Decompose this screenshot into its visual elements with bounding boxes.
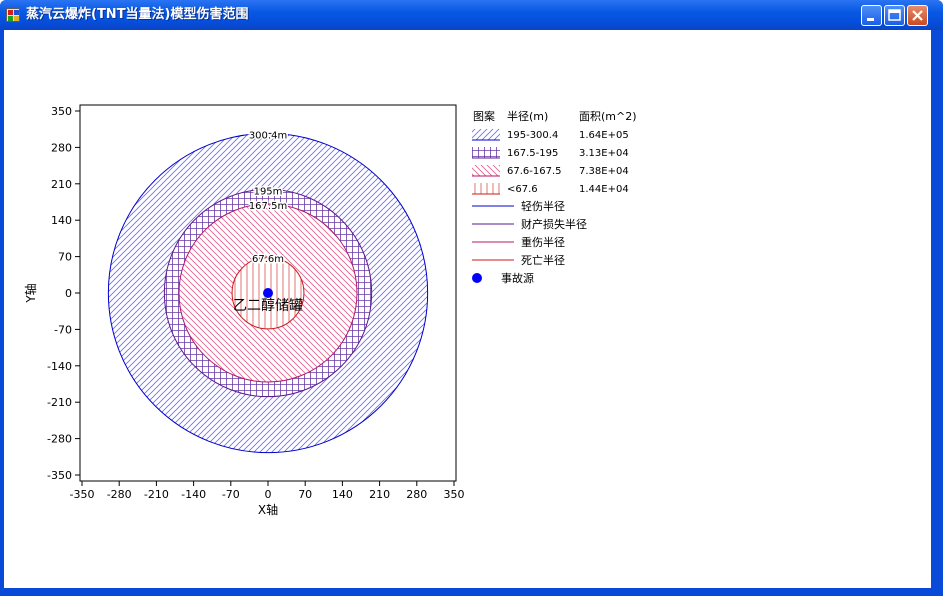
x-tick-label: -280 (107, 488, 132, 501)
legend-range: 167.5-195 (507, 148, 558, 159)
legend-area: 7.38E+04 (579, 166, 629, 177)
legend-area: 1.44E+04 (579, 184, 629, 195)
x-tick-label: 70 (298, 488, 312, 501)
y-tick-label: 0 (65, 287, 72, 300)
source-label: 乙二醇储罐 (233, 297, 303, 314)
legend-line-label: 轻伤半径 (521, 199, 565, 213)
legend-area: 1.64E+05 (579, 130, 629, 141)
legend-swatch (472, 129, 500, 140)
y-tick-label: 350 (51, 105, 72, 118)
y-tick-label: -350 (47, 469, 72, 482)
y-tick-label: -210 (47, 396, 72, 409)
legend-swatch (472, 147, 500, 158)
legend-range: 195-300.4 (507, 130, 558, 141)
radius-label: 300.4m (249, 130, 287, 141)
damage-range-chart: 300.4m 195m 167.5m 67.6m 乙二醇储罐 -350 -280 -210 -1… (23, 104, 637, 517)
legend-line-label: 死亡半径 (521, 253, 565, 267)
x-axis-label: X轴 (258, 502, 278, 517)
legend-swatch (472, 165, 500, 176)
x-tick-label: -70 (222, 488, 240, 501)
legend-area: 3.13E+04 (579, 148, 629, 159)
close-button[interactable] (907, 5, 928, 26)
title-bar[interactable]: 蒸汽云爆炸(TNT当量法)模型伤害范围 (0, 0, 943, 30)
radius-label: 67.6m (252, 254, 284, 265)
radius-label: 167.5m (249, 201, 287, 212)
x-tick-label: 140 (332, 488, 353, 501)
radius-label: 195m (254, 186, 283, 197)
x-tick-label: 210 (369, 488, 390, 501)
x-tick-label: -210 (144, 488, 169, 501)
legend-line-label: 重伤半径 (521, 235, 565, 249)
chart-area: 300.4m 195m 167.5m 67.6m 乙二醇储罐 -350 -280 -210 -1… (4, 30, 931, 588)
maximize-icon (888, 9, 901, 21)
x-tick-label: 350 (444, 488, 465, 501)
legend-header-area: 面积(m^2) (579, 110, 637, 123)
accident-source-point (263, 288, 273, 298)
y-tick-label: 140 (51, 214, 72, 227)
y-tick-label: -70 (54, 323, 72, 336)
y-tick-label: -280 (47, 433, 72, 446)
legend-header-radius: 半径(m) (507, 109, 548, 123)
x-tick-label: 280 (406, 488, 427, 501)
legend-line-label: 财产损失半径 (521, 217, 587, 231)
legend-range: 67.6-167.5 (507, 166, 562, 177)
window-title: 蒸汽云爆炸(TNT当量法)模型伤害范围 (26, 7, 249, 22)
y-tick-label: 210 (51, 178, 72, 191)
app-window: 蒸汽云爆炸(TNT当量法)模型伤害范围 300.4m 195m 167.5m 67.6… (0, 0, 943, 596)
close-icon (912, 10, 923, 21)
y-tick-label: 280 (51, 141, 72, 154)
minimize-icon (867, 18, 874, 21)
x-tick-label: -350 (70, 488, 95, 501)
minimize-button[interactable] (861, 5, 882, 26)
maximize-button[interactable] (884, 5, 905, 26)
y-axis-label: Y轴 (23, 283, 38, 303)
app-icon[interactable] (6, 8, 20, 22)
legend-swatch (472, 183, 500, 194)
legend-header-pattern: 图案 (473, 109, 495, 123)
x-tick-label: -140 (181, 488, 206, 501)
x-tick-label: 0 (265, 488, 272, 501)
legend-source-marker (472, 273, 482, 283)
y-tick-label: -140 (47, 360, 72, 373)
legend-source-label: 事故源 (501, 271, 534, 285)
y-tick-label: 70 (58, 251, 72, 264)
legend-range: <67.6 (507, 184, 538, 195)
